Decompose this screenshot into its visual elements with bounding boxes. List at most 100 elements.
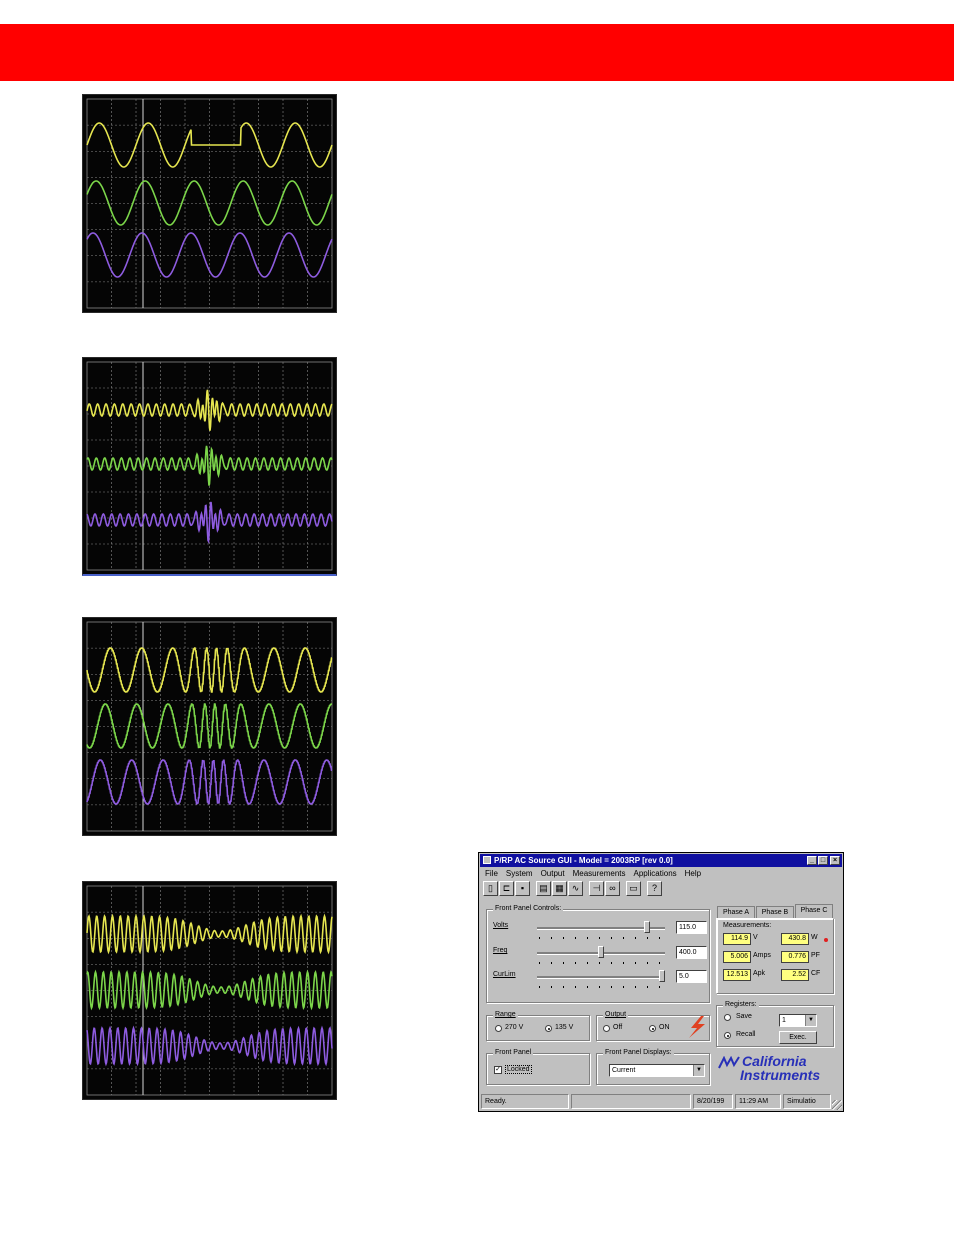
- meas-cf-unit: CF: [811, 970, 821, 977]
- logo-line-2: Instruments: [740, 1067, 821, 1083]
- close-button[interactable]: ×: [830, 856, 840, 865]
- meas-apk-unit: Apk: [753, 970, 766, 977]
- volts-slider-ticks: [539, 937, 665, 939]
- front-panel-lock-group: Front Panel ✓ Locked: [486, 1048, 590, 1085]
- curlim-label: CurLim: [493, 971, 516, 978]
- help-icon[interactable]: ?: [647, 881, 662, 896]
- lightning-icon: [689, 1016, 705, 1038]
- open-icon[interactable]: ⊏: [499, 881, 514, 896]
- front-panel-controls-title: Front Panel Controls:: [493, 904, 564, 914]
- front-panel-lock-title: Front Panel: [493, 1048, 534, 1058]
- save-icon[interactable]: ▪: [515, 881, 530, 896]
- status-dot-icon: [824, 938, 828, 942]
- measurements-title: Measurements:: [723, 922, 772, 929]
- tab-phase-a[interactable]: Phase A: [717, 906, 755, 918]
- freq-slider-thumb[interactable]: [598, 946, 604, 958]
- meas-cf-box: 2.52: [781, 969, 809, 981]
- logo-mark-icon: [718, 1056, 740, 1069]
- range-270v-radio[interactable]: [495, 1025, 502, 1032]
- front-panel-displays-select[interactable]: Current ▼: [609, 1064, 705, 1077]
- meas-watts-unit: W: [811, 934, 818, 941]
- meas-volts-box: 114.9: [723, 933, 751, 945]
- resize-grip-icon[interactable]: [832, 1100, 842, 1110]
- menu-file[interactable]: File: [485, 869, 498, 878]
- red-banner: [0, 24, 954, 81]
- app-icon: [483, 856, 491, 864]
- status-mode: Simulatio: [783, 1094, 831, 1109]
- status-date: 8/20/199: [693, 1094, 733, 1109]
- register-save-label[interactable]: Save: [736, 1013, 752, 1020]
- scope-svg: [86, 885, 333, 1096]
- curlim-slider-ticks: [539, 986, 665, 988]
- exec-button[interactable]: Exec.: [779, 1031, 817, 1044]
- meas-amps-box: 5.006: [723, 951, 751, 963]
- meas-watts-box: 430.8: [781, 933, 809, 945]
- volts-slider-thumb[interactable]: [644, 921, 651, 933]
- monitor-icon[interactable]: ▭: [626, 881, 641, 896]
- menu-measurements[interactable]: Measurements: [573, 869, 626, 878]
- register-save-radio[interactable]: [724, 1014, 731, 1021]
- menu-help[interactable]: Help: [685, 869, 701, 878]
- curlim-field[interactable]: 5.0: [676, 970, 707, 983]
- tab-phase-c[interactable]: Phase C: [795, 904, 833, 918]
- menu-bar: File System Output Measurements Applications…: [481, 868, 841, 879]
- output-off-radio[interactable]: [603, 1025, 610, 1032]
- chart-icon[interactable]: ▤: [536, 881, 551, 896]
- chevron-down-icon[interactable]: ▼: [693, 1065, 704, 1076]
- window-title: P/RP AC Source GUI - Model = 2003RP [rev…: [494, 856, 673, 865]
- curlim-slider-thumb[interactable]: [659, 970, 665, 982]
- menu-output[interactable]: Output: [541, 869, 565, 878]
- binoculars-icon[interactable]: ∞: [605, 881, 620, 896]
- menu-applications[interactable]: Applications: [634, 869, 677, 878]
- range-title: Range: [493, 1010, 518, 1020]
- front-panel-controls-group: Front Panel Controls: Volts 115.0 Freq 4…: [486, 904, 710, 1003]
- locked-label[interactable]: Locked: [505, 1065, 532, 1074]
- scope-svg: [86, 361, 333, 571]
- transient-icon[interactable]: ⊣: [589, 881, 604, 896]
- front-panel-displays-group: Front Panel Displays: Current ▼: [596, 1048, 710, 1085]
- volts-field[interactable]: 115.0: [676, 921, 707, 934]
- curlim-slider-track[interactable]: [537, 976, 665, 979]
- meas-volts-unit: V: [753, 934, 758, 941]
- title-bar: P/RP AC Source GUI - Model = 2003RP [rev…: [480, 854, 842, 867]
- output-on-label[interactable]: ON: [659, 1024, 670, 1031]
- front-panel-displays-title: Front Panel Displays:: [603, 1048, 674, 1058]
- front-panel-displays-value: Current: [612, 1067, 636, 1074]
- range-135v-radio[interactable]: [545, 1025, 552, 1032]
- tab-phase-b[interactable]: Phase B: [756, 906, 794, 918]
- volts-label: Volts: [493, 922, 509, 929]
- meas-pf-unit: PF: [811, 952, 820, 959]
- maximize-button[interactable]: □: [818, 856, 828, 865]
- locked-checkbox[interactable]: ✓: [494, 1066, 502, 1074]
- scope-svg: [86, 621, 333, 832]
- range-270v-label[interactable]: 270 V: [505, 1024, 523, 1031]
- menu-system[interactable]: System: [506, 869, 533, 878]
- wave-icon[interactable]: ∿: [568, 881, 583, 896]
- meas-apk-box: 12.513: [723, 969, 751, 981]
- measurements-panel: Measurements: 114.9 V 430.8 W 5.006 Amps…: [716, 918, 834, 994]
- freq-slider-ticks: [539, 962, 665, 964]
- status-ready: Ready.: [481, 1094, 569, 1109]
- trace-purple: [86, 501, 333, 545]
- toolbar: ▯ ⊏ ▪ ▤ ▦ ∿ ⊣ ∞ ▭ ?: [483, 881, 662, 896]
- output-off-label[interactable]: Off: [613, 1024, 622, 1031]
- output-group: Output Off ON: [596, 1010, 710, 1041]
- scope-display-frequency-sweep: [82, 617, 337, 836]
- meas-pf-box: 0.776: [781, 951, 809, 963]
- freq-field[interactable]: 400.0: [676, 946, 707, 959]
- status-blank: [571, 1094, 691, 1109]
- grid-icon[interactable]: ▦: [552, 881, 567, 896]
- output-on-radio[interactable]: [649, 1025, 656, 1032]
- output-title: Output: [603, 1010, 629, 1020]
- minimize-button[interactable]: _: [807, 856, 817, 865]
- new-icon[interactable]: ▯: [483, 881, 498, 896]
- chevron-down-icon[interactable]: ▼: [805, 1015, 816, 1026]
- register-number-select[interactable]: 1 ▼: [779, 1014, 817, 1027]
- ac-source-gui-window: P/RP AC Source GUI - Model = 2003RP [rev…: [478, 852, 844, 1112]
- register-recall-label[interactable]: Recall: [736, 1031, 755, 1038]
- scope-grid: [86, 98, 333, 309]
- register-recall-radio[interactable]: [724, 1032, 731, 1039]
- range-135v-label[interactable]: 135 V: [555, 1024, 573, 1031]
- registers-title: Registers:: [723, 1000, 759, 1010]
- scope-display-dropout: [82, 94, 337, 313]
